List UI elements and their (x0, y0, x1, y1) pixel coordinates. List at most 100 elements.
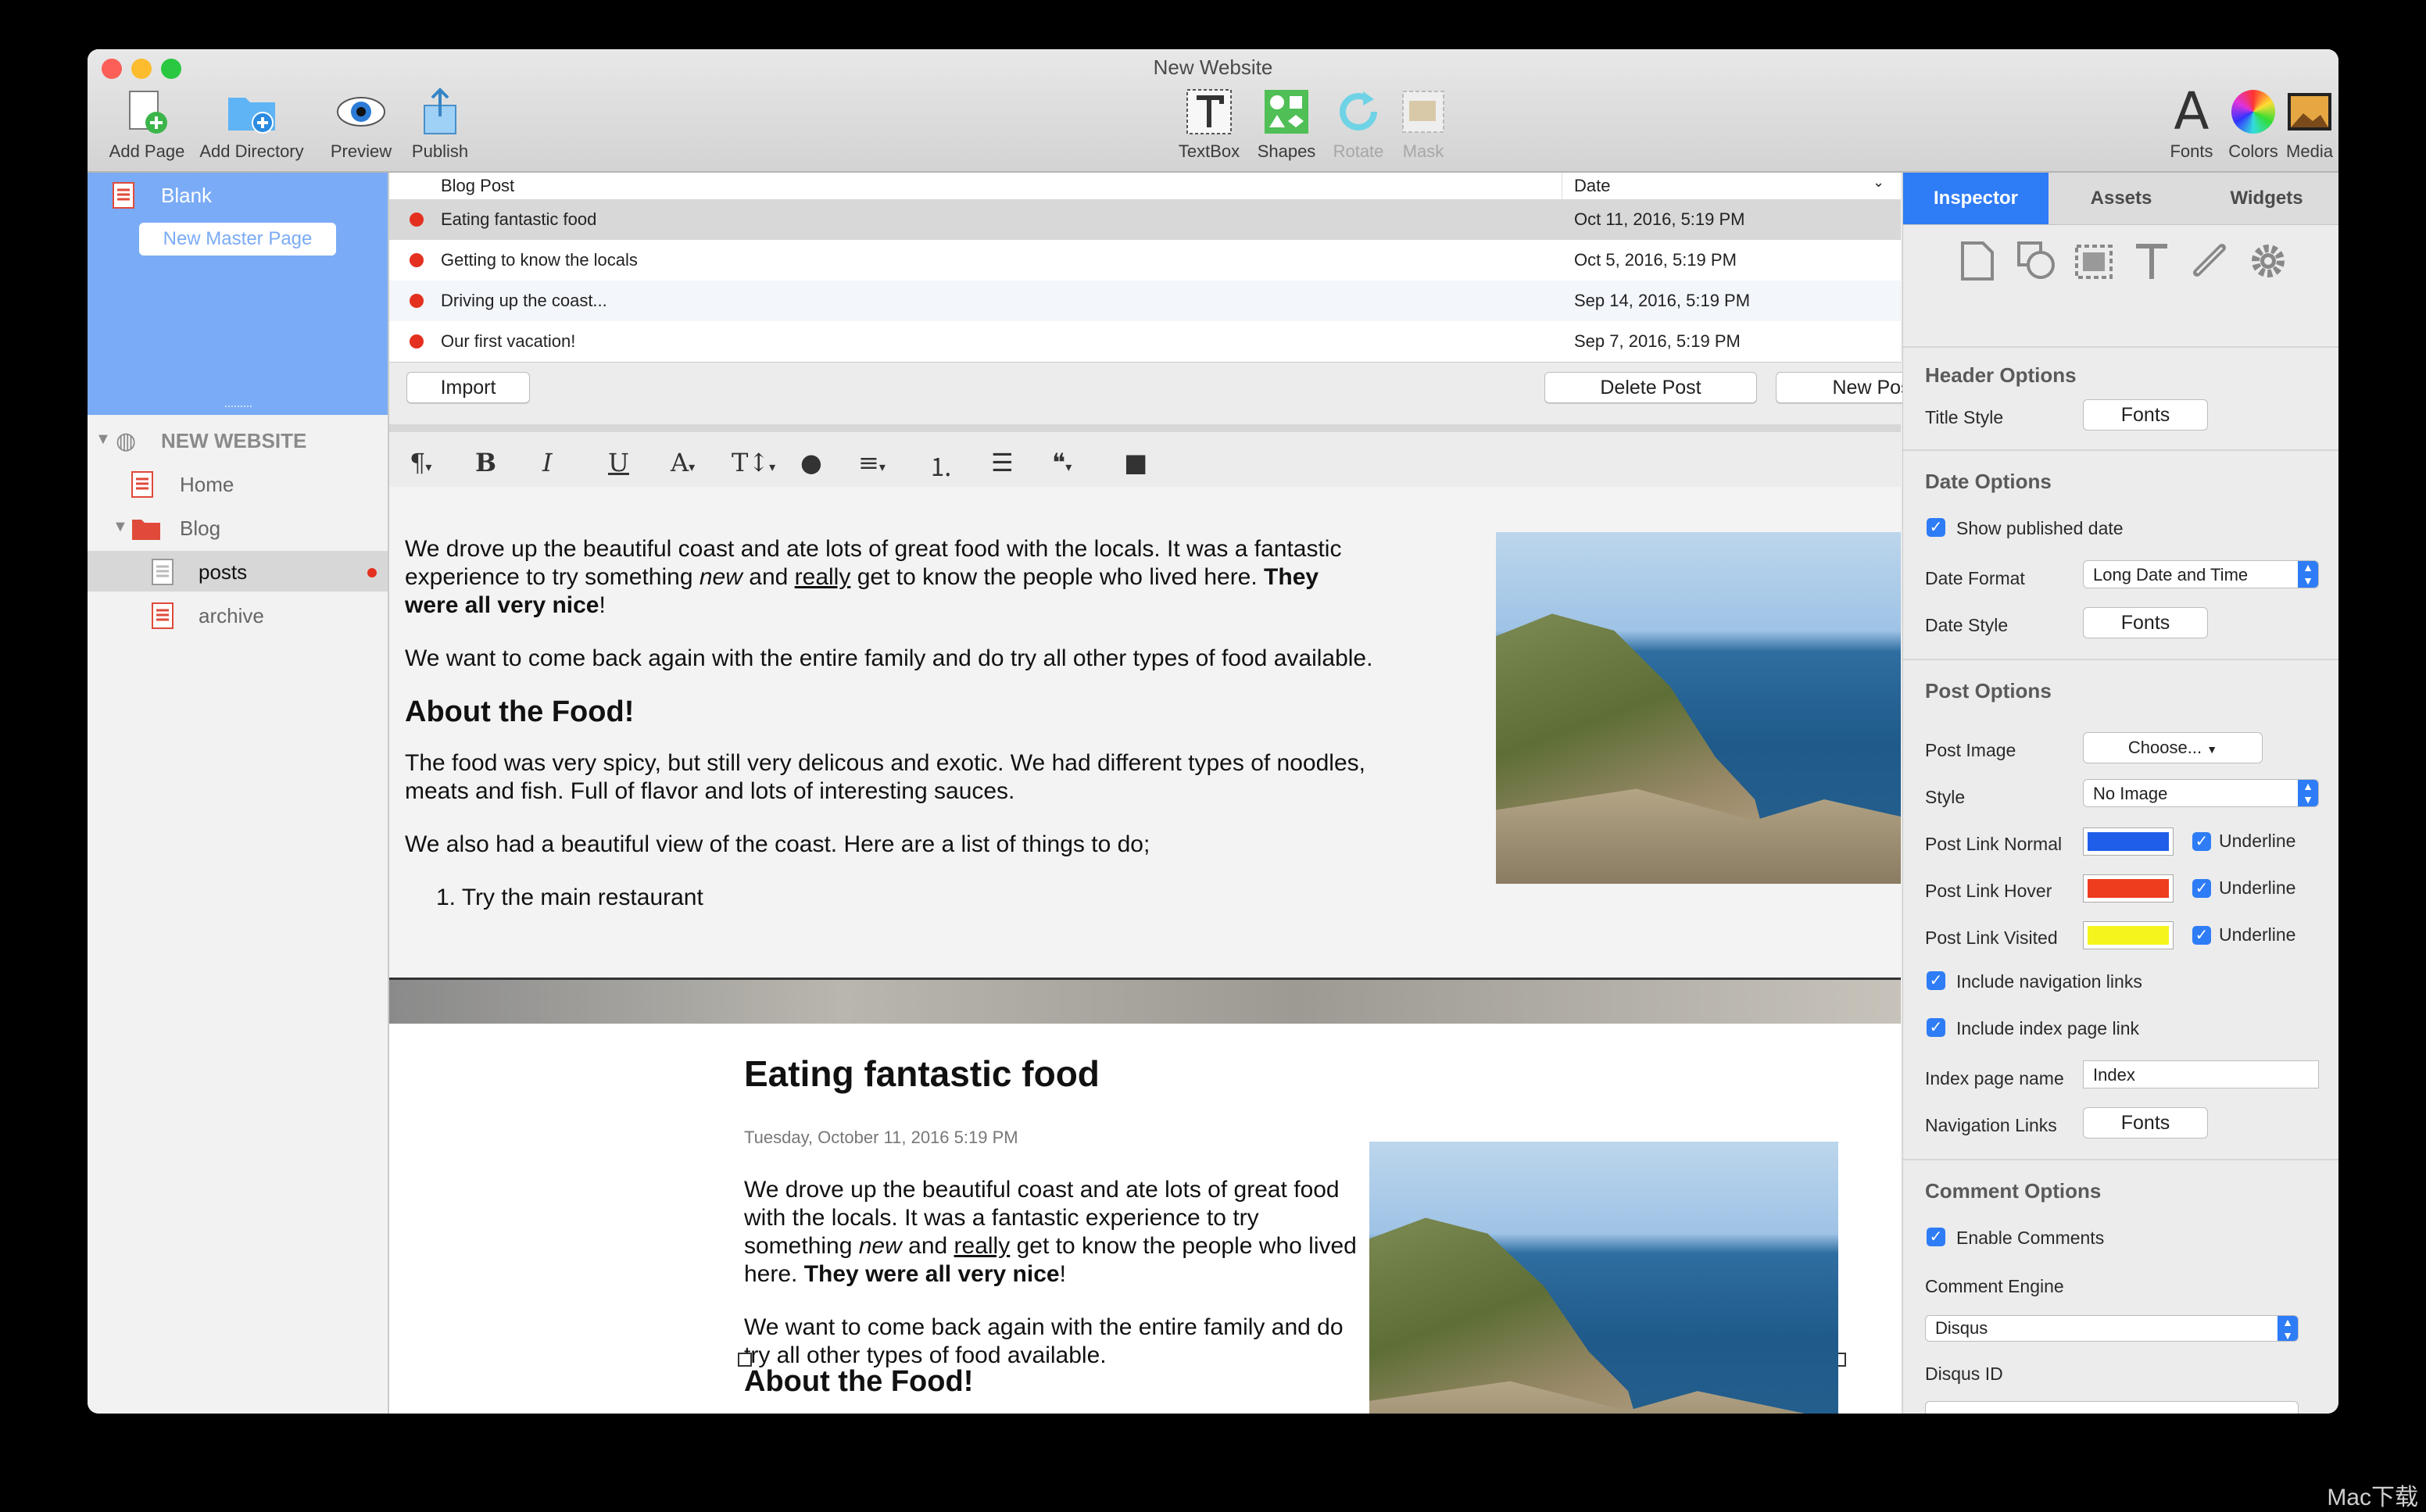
tab-assets[interactable]: Assets (2049, 173, 2194, 224)
date-style-fonts-button[interactable]: Fonts (2083, 607, 2208, 638)
mask-button[interactable]: Mask (1388, 87, 1458, 162)
new-master-page-button[interactable]: New Master Page (139, 223, 336, 256)
bullet-list-icon[interactable]: ☰ (991, 448, 1014, 477)
quote-icon[interactable]: ❝▾ (1052, 448, 1072, 477)
fonts-label: Fonts (2170, 141, 2213, 161)
table-row[interactable]: Getting to know the locals Oct 5, 2016, … (389, 240, 1901, 281)
table-row[interactable]: Driving up the coast... Sep 14, 2016, 5:… (389, 281, 1901, 321)
navigation-links-fonts-button[interactable]: Fonts (2083, 1107, 2208, 1138)
include-index-link-checkbox[interactable]: ✓ (1927, 1018, 1945, 1037)
table-row[interactable]: Our first vacation! Sep 7, 2016, 5:19 PM (389, 321, 1901, 362)
column-header-blog-post[interactable]: Blog Post (441, 176, 514, 196)
font-icon: A (2174, 81, 2210, 141)
textbox-button[interactable]: TextBox (1166, 87, 1252, 162)
page-preview: Eating fantastic food Tuesday, October 1… (389, 978, 1901, 1414)
resize-handle[interactable] (225, 406, 252, 410)
text-editor[interactable]: We drove up the beautiful coast and ate … (389, 487, 1901, 978)
disqus-id-input[interactable] (1925, 1401, 2299, 1414)
section-divider (1903, 659, 2338, 660)
sidebar-item-label: Home (180, 473, 234, 496)
tab-widgets[interactable]: Widgets (2194, 173, 2338, 224)
sidebar-item-posts[interactable]: posts (88, 551, 388, 592)
selection-handle[interactable] (738, 1353, 752, 1367)
media-toolbar-button[interactable]: Media (2282, 87, 2337, 162)
video-icon[interactable]: ■ (1124, 448, 1147, 477)
inspector-icon-bar (1948, 235, 2292, 287)
underline-icon[interactable]: U (608, 448, 629, 477)
enable-comments-checkbox[interactable]: ✓ (1927, 1228, 1945, 1246)
sidebar-item-home[interactable]: Home (88, 463, 388, 504)
site-name: NEW WEBSITE (161, 429, 307, 452)
post-link-visited-underline-checkbox[interactable]: ✓ (2192, 926, 2211, 945)
layout-settings-icon[interactable] (2074, 240, 2116, 282)
table-row[interactable]: Eating fantastic food Oct 11, 2016, 5:19… (389, 199, 1901, 240)
colors-toolbar-button[interactable]: Colors (2218, 87, 2288, 162)
mask-label: Mask (1402, 141, 1444, 161)
fonts-toolbar-button[interactable]: A Fonts (2160, 81, 2223, 162)
master-item-blank[interactable]: Blank (161, 184, 212, 208)
italic-icon[interactable]: I (542, 448, 553, 477)
sort-chevron-icon[interactable]: ⌄ (1873, 174, 1884, 191)
include-index-link-label: Include index page link (1956, 1018, 2139, 1038)
include-nav-links-checkbox[interactable]: ✓ (1927, 971, 1945, 990)
sidebar-item-blog[interactable]: ▼ Blog (88, 507, 388, 548)
coast-photo[interactable] (1496, 532, 1901, 884)
bold-icon[interactable]: B (475, 448, 496, 477)
app-window: New Website Add Page Add Directory Previ… (88, 49, 2338, 1414)
import-button[interactable]: Import (406, 372, 530, 403)
disclosure-triangle-icon[interactable]: ▼ (113, 518, 128, 536)
textbox-icon (1184, 87, 1234, 137)
highlight-drop-icon[interactable]: ● (800, 448, 822, 477)
post-link-hover-underline-checkbox[interactable]: ✓ (2192, 879, 2211, 898)
post-link-hover-color-well[interactable] (2083, 874, 2174, 903)
inspector-panel: Inspector Assets Widgets Header Options … (1902, 173, 2338, 1414)
link-settings-icon[interactable] (2189, 240, 2231, 282)
shape-settings-icon[interactable] (2016, 240, 2058, 282)
shapes-button[interactable]: Shapes (1247, 87, 1326, 162)
post-link-normal-label: Post Link Normal (1925, 834, 2063, 854)
preview-button[interactable]: Preview (314, 87, 408, 162)
numbered-list-icon[interactable]: ⒈ (929, 448, 954, 484)
gear-icon[interactable] (2247, 240, 2289, 282)
post-link-normal-underline-checkbox[interactable]: ✓ (2192, 832, 2211, 851)
style-label: Style (1925, 787, 1966, 807)
publish-button[interactable]: Publish (397, 87, 483, 162)
paragraph-style-icon[interactable]: ¶▾ (410, 448, 431, 477)
rotate-button[interactable]: Rotate (1319, 87, 1397, 162)
add-page-button[interactable]: Add Page (98, 87, 195, 162)
post-image-style-select[interactable]: No Image ▲ ▼ (2083, 779, 2319, 807)
post-link-normal-color-well[interactable] (2083, 827, 2174, 856)
chevron-down-icon: ▼ (2206, 743, 2218, 756)
add-directory-button[interactable]: Add Directory (189, 87, 314, 162)
editor-body[interactable]: We drove up the beautiful coast and ate … (405, 535, 1374, 912)
title-style-label: Title Style (1925, 407, 2004, 427)
post-link-visited-label: Post Link Visited (1925, 928, 2058, 948)
show-published-date-checkbox[interactable]: ✓ (1927, 518, 1945, 537)
index-page-name-input[interactable]: Index (2083, 1060, 2319, 1088)
choose-image-button[interactable]: Choose... ▼ (2083, 732, 2263, 763)
comment-engine-select[interactable]: Disqus ▲ ▼ (1925, 1315, 2299, 1342)
modified-dot (367, 568, 377, 577)
preview-paragraph: We want to come back again with the enti… (744, 1314, 1344, 1368)
post-link-visited-color-well[interactable] (2083, 921, 2174, 949)
delete-post-button[interactable]: Delete Post (1544, 372, 1757, 403)
text-size-icon[interactable]: T↕▾ (732, 448, 775, 477)
tab-inspector[interactable]: Inspector (1903, 173, 2049, 224)
font-color-icon[interactable]: A▾ (671, 448, 695, 477)
date-format-select[interactable]: Long Date and Time ▲ ▼ (2083, 560, 2319, 588)
disclosure-triangle-icon[interactable]: ▼ (95, 431, 111, 449)
eye-icon (336, 87, 386, 137)
preview-body: We drove up the beautiful coast and ate … (744, 1176, 1361, 1395)
mask-icon (1398, 87, 1448, 137)
add-directory-label: Add Directory (199, 141, 304, 161)
column-header-date[interactable]: Date (1574, 176, 1610, 196)
align-left-icon[interactable]: ≡▾ (858, 448, 886, 477)
page-settings-icon[interactable] (1958, 240, 1997, 282)
post-date: Oct 5, 2016, 5:19 PM (1574, 250, 1737, 270)
window-title: New Website (1153, 55, 1273, 79)
site-root[interactable]: ▼ ◍ NEW WEBSITE (88, 420, 388, 460)
title-style-fonts-button[interactable]: Fonts (2083, 399, 2208, 431)
text-settings-icon[interactable] (2131, 240, 2174, 282)
preview-coast-photo[interactable] (1369, 1142, 1838, 1414)
sidebar-item-archive[interactable]: archive (88, 595, 388, 635)
